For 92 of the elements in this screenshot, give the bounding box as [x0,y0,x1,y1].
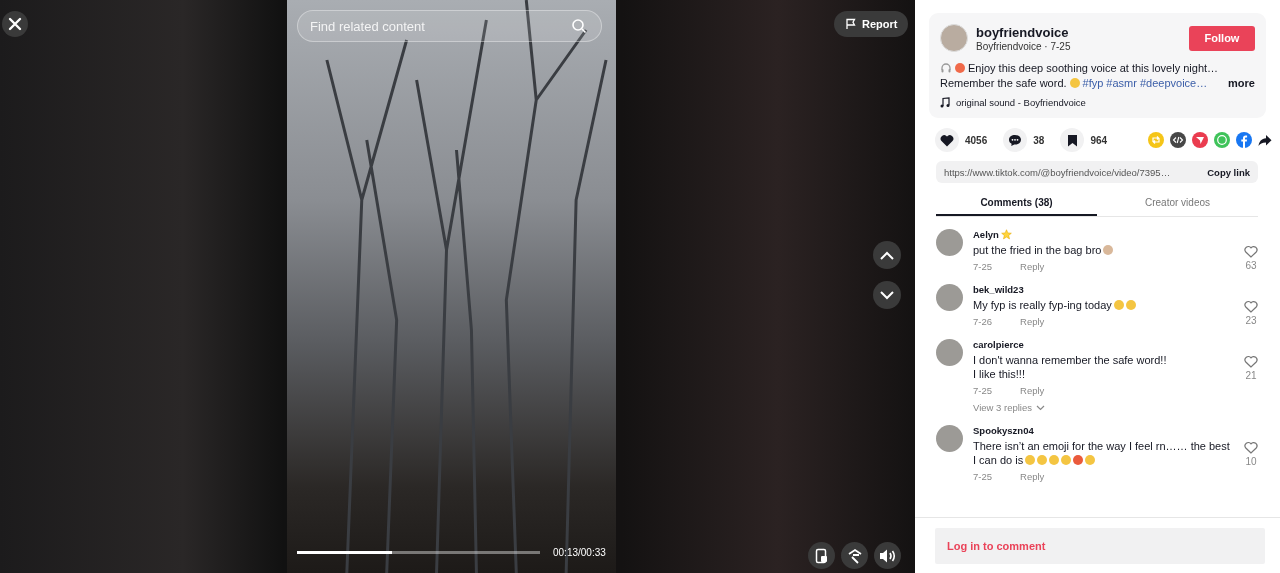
emoji-icon [1049,455,1060,465]
next-video-button[interactable] [873,281,901,309]
headphones-icon [940,62,952,74]
reply-button[interactable]: Reply [1020,385,1045,396]
emoji-icon [1073,455,1084,465]
emoji-icon [1069,78,1080,88]
emoji-icon [1125,300,1136,310]
comment-date: 7-25 [973,385,992,396]
heart-icon[interactable] [1244,355,1258,368]
comment-text: I can do is [973,453,1024,467]
search-icon [571,18,587,34]
username[interactable]: boyfriendvoice [976,24,1181,40]
like-count: 21 [1245,370,1257,381]
avatar[interactable] [936,229,963,256]
report-button[interactable]: Report [834,11,909,37]
comment-count: 38 [1033,134,1045,146]
follow-button[interactable]: Follow [1189,25,1255,51]
copy-link-button[interactable]: Copy link [1207,166,1250,178]
speech-bubble-icon [1008,133,1023,147]
heart-icon[interactable] [1244,441,1258,454]
like-count: 10 [1245,456,1257,467]
emoji-icon [1061,455,1072,465]
avatar[interactable] [936,339,963,366]
volume-icon [878,547,897,564]
emoji-icon [1037,455,1048,465]
like-count: 63 [1245,260,1257,271]
search-bar[interactable]: Find related content [297,10,602,42]
description-text: Remember the safe word. [940,77,1067,89]
close-button[interactable] [2,11,28,37]
heart-icon [940,133,954,147]
volume-button[interactable] [874,542,901,569]
comment-date: 7-26 [973,316,992,327]
comment-text: I like this!!! [973,367,1025,381]
reply-button[interactable]: Reply [1020,471,1045,482]
reply-button[interactable]: Reply [1020,261,1045,272]
avatar[interactable] [936,425,963,452]
like-button[interactable] [935,128,959,152]
like-count: 23 [1245,315,1257,326]
tab[interactable]: Creator videos [1097,190,1258,216]
save-count: 964 [1090,134,1108,146]
device-icon [814,547,829,564]
comment-username[interactable]: bek_wild23 [973,284,1024,295]
comment-button[interactable] [1003,128,1028,152]
emoji-icon [1085,455,1096,465]
chevron-down-icon [880,290,894,300]
heart-icon[interactable] [1244,300,1258,313]
comment-date: 7-25 [973,471,992,482]
flag-icon [845,18,857,30]
send-icon[interactable] [1192,132,1208,148]
heart-icon[interactable] [1244,245,1258,258]
post-meta: Boyfriendvoice · 7-25 [976,40,1072,52]
emoji-icon [1103,245,1114,255]
link-field[interactable]: https://www.tiktok.com/@boyfriendvoice/video/7395… Copy link [936,161,1258,183]
comment-text: put the fried in the bag bro [973,243,1102,257]
embed-icon[interactable] [1170,132,1186,148]
emoji-icon [1113,300,1124,310]
video-url: https://www.tiktok.com/@boyfriendvoice/video/7395… [944,166,1172,178]
music-note-icon [940,97,950,108]
description-text: Enjoy this deep soothing voice at this lovely night… [968,62,1219,74]
tab[interactable]: Comments (38) [936,190,1097,216]
whatsapp-icon[interactable] [1214,132,1230,148]
comment-text: There isn’t an emoji for the way I feel rn…… the best [973,439,1230,453]
chevron-up-icon [880,250,894,260]
previous-video-button[interactable] [873,241,901,269]
video-time: 00:13/00:33 [553,547,606,558]
share-arrow-icon[interactable] [1258,133,1272,147]
hashtag-link[interactable]: #deepvoice… [1139,77,1208,89]
reply-button[interactable]: Reply [1020,316,1045,327]
comment-text: I don't wanna remember the safe word!! [973,353,1167,367]
avatar[interactable] [936,284,963,311]
sound-link[interactable]: original sound - Boyfriendvoice [956,97,1086,108]
bookmark-icon [1066,133,1078,147]
comment-username[interactable]: Spookyszn04 [973,425,1034,436]
comment-text: My fyp is really fyp-ing today [973,298,1112,312]
comment-username[interactable]: Aelyn [973,229,999,240]
comment-date: 7-25 [973,261,992,272]
hashtag-link[interactable]: #asmr [1106,77,1137,89]
emoji-icon [1025,455,1036,465]
floating-player-button[interactable] [808,542,835,569]
search-field[interactable]: Find related content [308,17,571,35]
more-button[interactable]: more [1228,77,1255,89]
close-icon [8,17,22,31]
view-replies-button[interactable]: View 3 replies [973,402,1045,413]
like-count: 4056 [965,134,988,146]
facebook-icon[interactable] [1236,132,1252,148]
save-button[interactable] [1060,128,1085,152]
progress-track[interactable] [297,551,540,554]
chevron-down-icon [1035,404,1045,411]
autoscroll-button[interactable] [841,542,868,569]
hashtag-link[interactable]: #fyp [1082,77,1104,89]
emoji-icon [955,63,965,73]
comment-username[interactable]: carolpierce [973,339,1024,350]
